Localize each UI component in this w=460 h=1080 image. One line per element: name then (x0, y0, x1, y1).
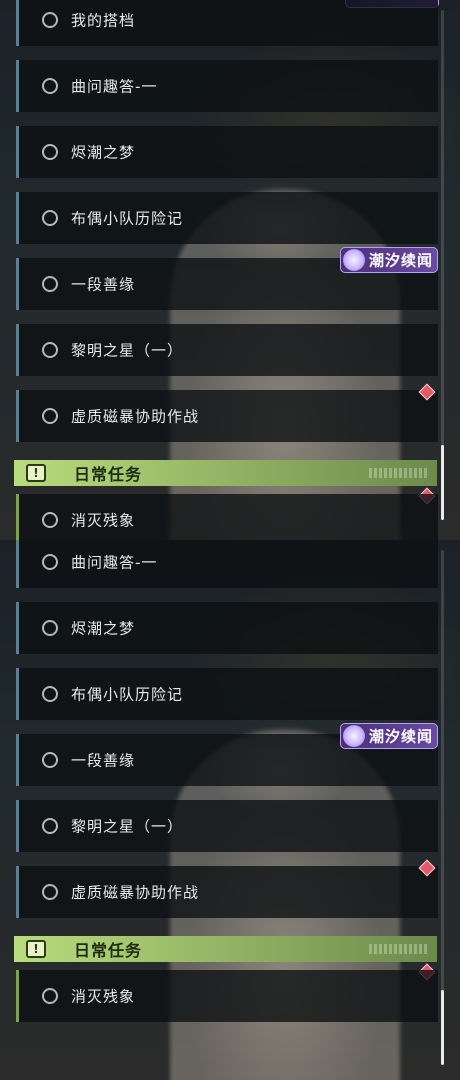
quest-row[interactable]: 黎明之星（一） (16, 800, 438, 852)
scrollbar-track[interactable] (441, 10, 444, 520)
quest-row[interactable]: 虚质磁暴协助作战 (16, 866, 438, 918)
quest-label: 布偶小队历险记 (71, 209, 184, 228)
header-decoration (369, 468, 429, 478)
quest-label: 消灭残象 (71, 511, 136, 530)
scrollbar-track[interactable] (441, 550, 444, 1065)
header-decoration (369, 944, 429, 954)
sparkle-icon (343, 725, 365, 747)
quest-label: 消灭残象 (71, 987, 136, 1006)
section-title: 日常任务 (74, 941, 143, 960)
quest-label: 布偶小队历险记 (71, 685, 184, 704)
radio-icon (42, 620, 58, 636)
quest-row[interactable]: 黎明之星（一） (16, 324, 438, 376)
quest-label: 一段善缘 (71, 751, 136, 770)
quest-label: 曲问趣答-一 (71, 77, 158, 96)
radio-icon (42, 752, 58, 768)
quest-label: 烬潮之梦 (71, 619, 136, 638)
quest-row[interactable]: 曲问趣答-一 (16, 60, 438, 112)
quest-row[interactable]: 烬潮之梦 (16, 126, 438, 178)
quest-label: 一段善缘 (71, 275, 136, 294)
quest-row-daily[interactable]: 消灭残象 (16, 970, 438, 1022)
quest-row[interactable]: 我的搭档 (16, 0, 438, 46)
radio-icon (42, 210, 58, 226)
radio-icon (42, 988, 58, 1004)
quest-list-panel-top: 我的搭档 曲问趣答-一 烬潮之梦 布偶小队历险记 一段善缘 黎明之星（一） 虚质… (0, 0, 460, 540)
sparkle-icon (343, 249, 365, 271)
quest-row[interactable]: 布偶小队历险记 (16, 668, 438, 720)
tide-tag-badge[interactable]: 潮汐续闻 (340, 247, 438, 273)
exclamation-icon: ! (26, 940, 46, 958)
radio-icon (42, 512, 58, 528)
quest-label: 烬潮之梦 (71, 143, 136, 162)
tag-label: 潮汐续闻 (369, 727, 434, 746)
quest-label: 黎明之星（一） (71, 817, 184, 836)
quest-label: 黎明之星（一） (71, 341, 184, 360)
quest-row[interactable]: 烬潮之梦 (16, 602, 438, 654)
exclamation-icon: ! (26, 464, 46, 482)
radio-icon (42, 884, 58, 900)
radio-icon (42, 818, 58, 834)
radio-icon (42, 78, 58, 94)
section-header-daily[interactable]: ! 日常任务 (14, 936, 437, 962)
radio-icon (42, 554, 58, 570)
quest-label: 虚质磁暴协助作战 (71, 407, 200, 426)
quest-row-daily[interactable]: 消灭残象 (16, 494, 438, 540)
radio-icon (42, 12, 58, 28)
scrollbar-thumb[interactable] (441, 990, 444, 1065)
radio-icon (42, 276, 58, 292)
scrollbar-thumb[interactable] (441, 445, 444, 520)
radio-icon (42, 144, 58, 160)
radio-icon (42, 408, 58, 424)
quest-row[interactable]: 曲问趣答-一 (16, 540, 438, 588)
tag-label: 潮汐续闻 (369, 251, 434, 270)
quest-label: 我的搭档 (71, 11, 136, 30)
quest-list-panel-bottom: 曲问趣答-一 烬潮之梦 布偶小队历险记 一段善缘 黎明之星（一） 虚质磁暴协助作… (0, 540, 460, 1080)
tide-tag-badge[interactable]: 潮汐续闻 (340, 723, 438, 749)
quest-label: 曲问趣答-一 (71, 553, 158, 572)
section-header-daily[interactable]: ! 日常任务 (14, 460, 437, 486)
quest-label: 虚质磁暴协助作战 (71, 883, 200, 902)
section-title: 日常任务 (74, 465, 143, 484)
radio-icon (42, 686, 58, 702)
quest-row[interactable]: 布偶小队历险记 (16, 192, 438, 244)
quest-row[interactable]: 虚质磁暴协助作战 (16, 390, 438, 442)
radio-icon (42, 342, 58, 358)
